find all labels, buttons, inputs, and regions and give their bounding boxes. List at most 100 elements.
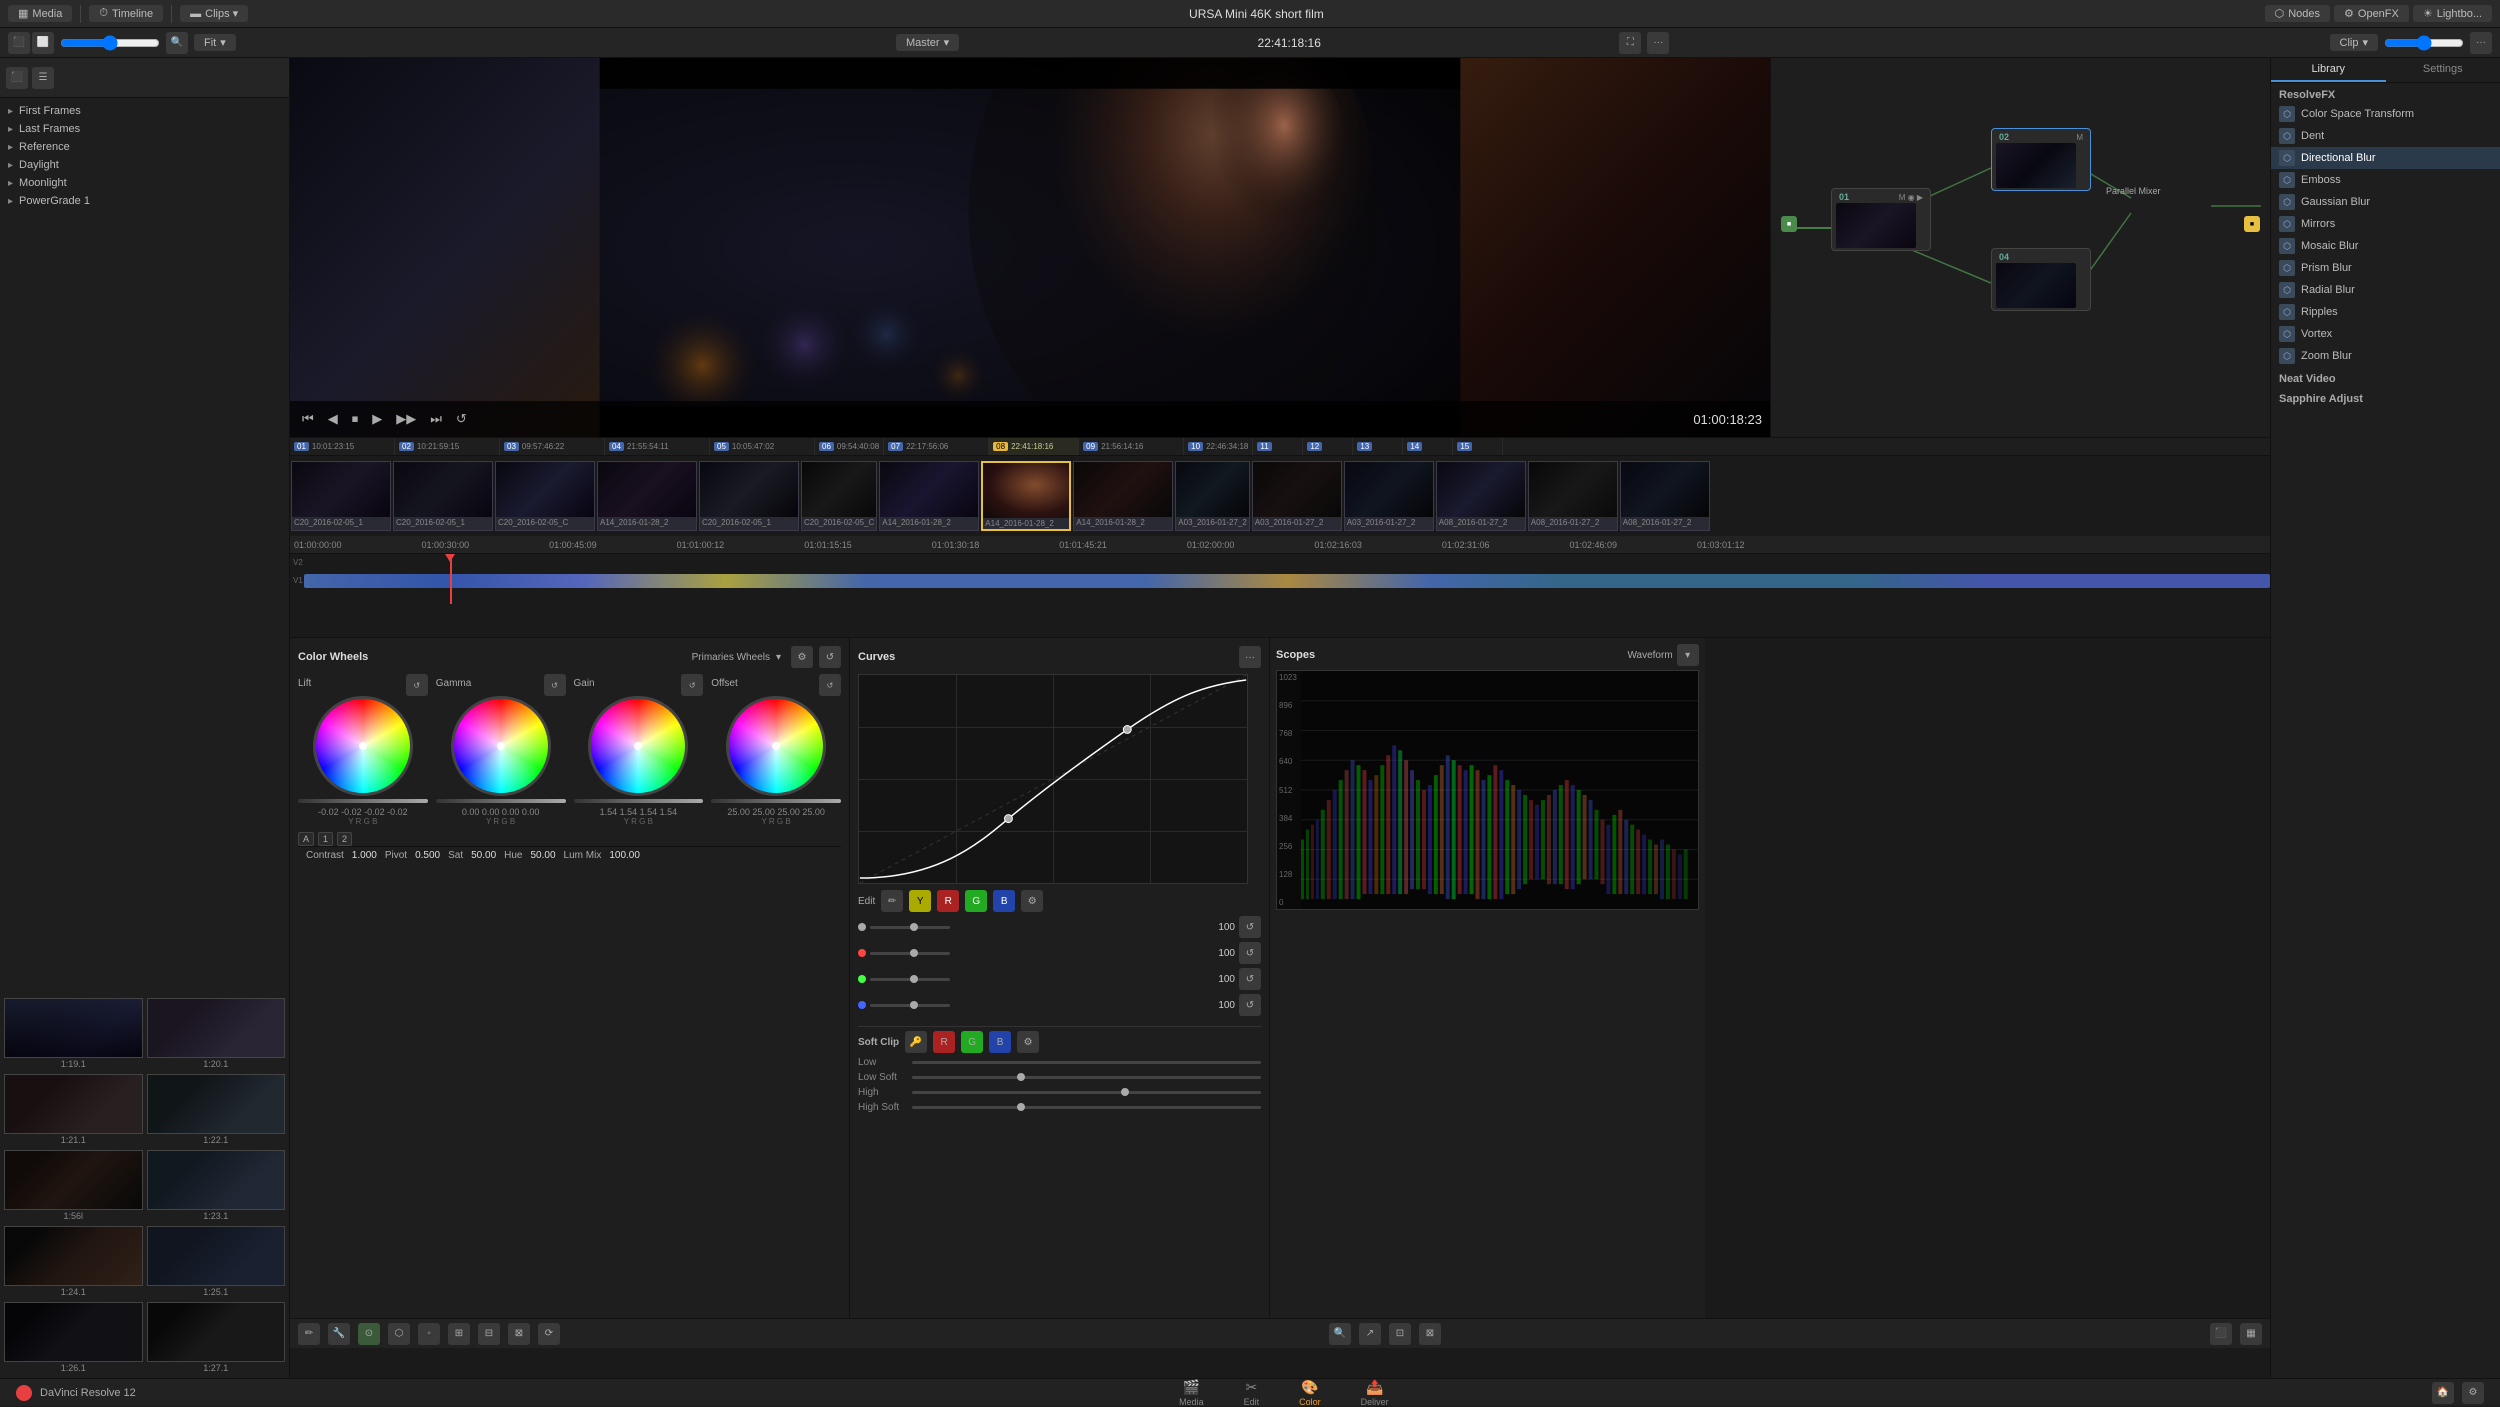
fx-prism-blur[interactable]: ⬡ Prism Blur [2271,257,2500,279]
color-tool-4[interactable]: ⬡ [388,1323,410,1345]
timeline-tab[interactable]: ⏱ Timeline [89,5,163,22]
fx-color-space[interactable]: ⬡ Color Space Transform [2271,103,2500,125]
color-tool-12[interactable]: ⊡ [1389,1323,1411,1345]
curves-options-btn[interactable]: ··· [1239,646,1261,668]
gallery-tab[interactable]: ▦ Media [8,5,72,22]
timeline-clip-6[interactable]: C20_2016-02-05_C [801,461,877,531]
clip-options-btn[interactable]: ··· [2470,32,2492,54]
color-tool-1[interactable]: ✏ [298,1323,320,1345]
timeline-clip-9[interactable]: A14_2016-01-28_2 [1073,461,1173,531]
tree-item-reference[interactable]: ▸ Reference [0,138,289,156]
fx-mosaic-blur[interactable]: ⬡ Mosaic Blur [2271,235,2500,257]
tree-item-moonlight[interactable]: ▸ Moonlight [0,174,289,192]
left-panel-list-btn[interactable]: ☰ [32,67,54,89]
thumb-2[interactable]: 1:20.1 [147,998,286,1070]
timeline-clip-3[interactable]: C20_2016-02-05_C [495,461,595,531]
node-02[interactable]: 02 M [1991,128,2091,191]
node-canvas[interactable]: ■ 01 M ◉ ▶ 02 [1771,58,2270,437]
output-node[interactable]: ■ [2244,216,2260,232]
fx-emboss[interactable]: ⬡ Emboss [2271,169,2500,191]
thumb-8[interactable]: 1:25.1 [147,1226,286,1298]
node-04[interactable]: 04 [1991,248,2091,311]
stop-btn[interactable]: ⏹ [348,409,363,429]
soft-clip-more-btn[interactable]: ⚙ [1017,1031,1039,1053]
toggle-panel-btn[interactable]: ⬛ [8,32,30,54]
curves-g-channel[interactable]: G [965,890,987,912]
wheel-tab-1[interactable]: 1 [318,832,333,846]
wheel-tab-2[interactable]: 2 [337,832,352,846]
timeline-clip-1[interactable]: C20_2016-02-05_1 [291,461,391,531]
r-slider[interactable] [870,952,950,955]
tree-item-daylight[interactable]: ▸ Daylight [0,156,289,174]
fx-directional-blur[interactable]: ⬡ Directional Blur [2271,147,2500,169]
fx-ripples[interactable]: ⬡ Ripples [2271,301,2500,323]
g-reset-btn[interactable]: ↺ [1239,968,1261,990]
thumb-5[interactable]: 1:56l [4,1150,143,1222]
nav-media[interactable]: 🎬 Media [1179,1379,1204,1407]
fit-button[interactable]: Fit▾ [194,34,236,51]
soft-clip-icon-btn[interactable]: 🔑 [905,1031,927,1053]
curves-b-channel[interactable]: B [993,890,1015,912]
lift-wheel-circle[interactable] [313,696,413,796]
curves-edit-pencil[interactable]: ✏ [881,890,903,912]
next-frame-btn[interactable]: ▶▶ [392,409,420,429]
timeline-clip-13[interactable]: A08_2016-01-27_2 [1436,461,1526,531]
curves-y-channel[interactable]: Y [909,890,931,912]
soft-clip-g-btn[interactable]: G [961,1031,983,1053]
color-tool-9[interactable]: ⟳ [538,1323,560,1345]
b-reset-btn[interactable]: ↺ [1239,994,1261,1016]
fx-radial-blur[interactable]: ⬡ Radial Blur [2271,279,2500,301]
wheels-reset-btn[interactable]: ↺ [819,646,841,668]
thumb-3[interactable]: 1:21.1 [4,1074,143,1146]
fx-mirrors[interactable]: ⬡ Mirrors [2271,213,2500,235]
lift-slider[interactable] [298,799,428,803]
thumb-7[interactable]: 1:24.1 [4,1226,143,1298]
offset-reset-btn[interactable]: ↺ [819,674,841,696]
timeline-clip-10[interactable]: A03_2016-01-27_2 [1175,461,1250,531]
timeline-clip-2[interactable]: C20_2016-02-05_1 [393,461,493,531]
nav-edit[interactable]: ✂ Edit [1244,1379,1260,1407]
color-tool-3[interactable]: ⊙ [358,1323,380,1345]
timeline-clip-5[interactable]: C20_2016-02-05_1 [699,461,799,531]
tab-settings[interactable]: Settings [2386,58,2500,82]
scope-toggle-btn[interactable]: ⬛ [2210,1323,2232,1345]
gain-wheel-circle[interactable] [588,696,688,796]
gain-reset-btn[interactable]: ↺ [681,674,703,696]
clip-zoom-slider[interactable] [2384,35,2464,51]
gain-slider[interactable] [574,799,704,803]
search-btn[interactable]: 🔍 [166,32,188,54]
fx-dent[interactable]: ⬡ Dent [2271,125,2500,147]
nodes-button[interactable]: ⬡ Nodes [2265,5,2330,22]
clip-button[interactable]: Clip▾ [2330,34,2378,51]
timeline-clip-11[interactable]: A03_2016-01-27_2 [1252,461,1342,531]
scope-mode-btn[interactable]: ▦ [2240,1323,2262,1345]
tree-item-powergrade[interactable]: ▸ PowerGrade 1 [0,192,289,210]
nav-deliver[interactable]: 📤 Deliver [1361,1379,1389,1407]
lightbox-button[interactable]: ☀ Lightbo... [2413,5,2492,22]
color-tool-10[interactable]: 🔍 [1329,1323,1351,1345]
fullscreen-btn[interactable]: ⛶ [1619,32,1641,54]
node-01[interactable]: 01 M ◉ ▶ [1831,188,1931,251]
clips-tab[interactable]: ▬ Clips ▾ [180,5,248,22]
tree-item-last-frames[interactable]: ▸ Last Frames [0,120,289,138]
curves-canvas[interactable] [858,674,1248,884]
wheel-tab-a[interactable]: A [298,832,314,846]
gamma-wheel-circle[interactable] [451,696,551,796]
video-track[interactable] [304,574,2270,588]
color-tool-6[interactable]: ⊞ [448,1323,470,1345]
openfx-button[interactable]: ⚙ OpenFX [2334,5,2409,22]
soft-clip-b-btn[interactable]: B [989,1031,1011,1053]
scopes-options-btn[interactable]: ▾ [1677,644,1699,666]
source-node[interactable]: ■ [1781,216,1797,232]
toggle-panel-btn2[interactable]: ⬜ [32,32,54,54]
nav-home-btn[interactable]: 🏠 [2432,1382,2454,1404]
prev-frame-btn[interactable]: ◀ [324,409,342,429]
curves-more-btn[interactable]: ⚙ [1021,890,1043,912]
gamma-slider[interactable] [436,799,566,803]
timeline-clip-8[interactable]: A14_2016-01-28_2 [981,461,1071,531]
r-reset-btn[interactable]: ↺ [1239,942,1261,964]
more-btn[interactable]: ··· [1647,32,1669,54]
play-btn[interactable]: ▶ [368,409,386,429]
color-tool-11[interactable]: ↗ [1359,1323,1381,1345]
thumb-9[interactable]: 1:26.1 [4,1302,143,1374]
